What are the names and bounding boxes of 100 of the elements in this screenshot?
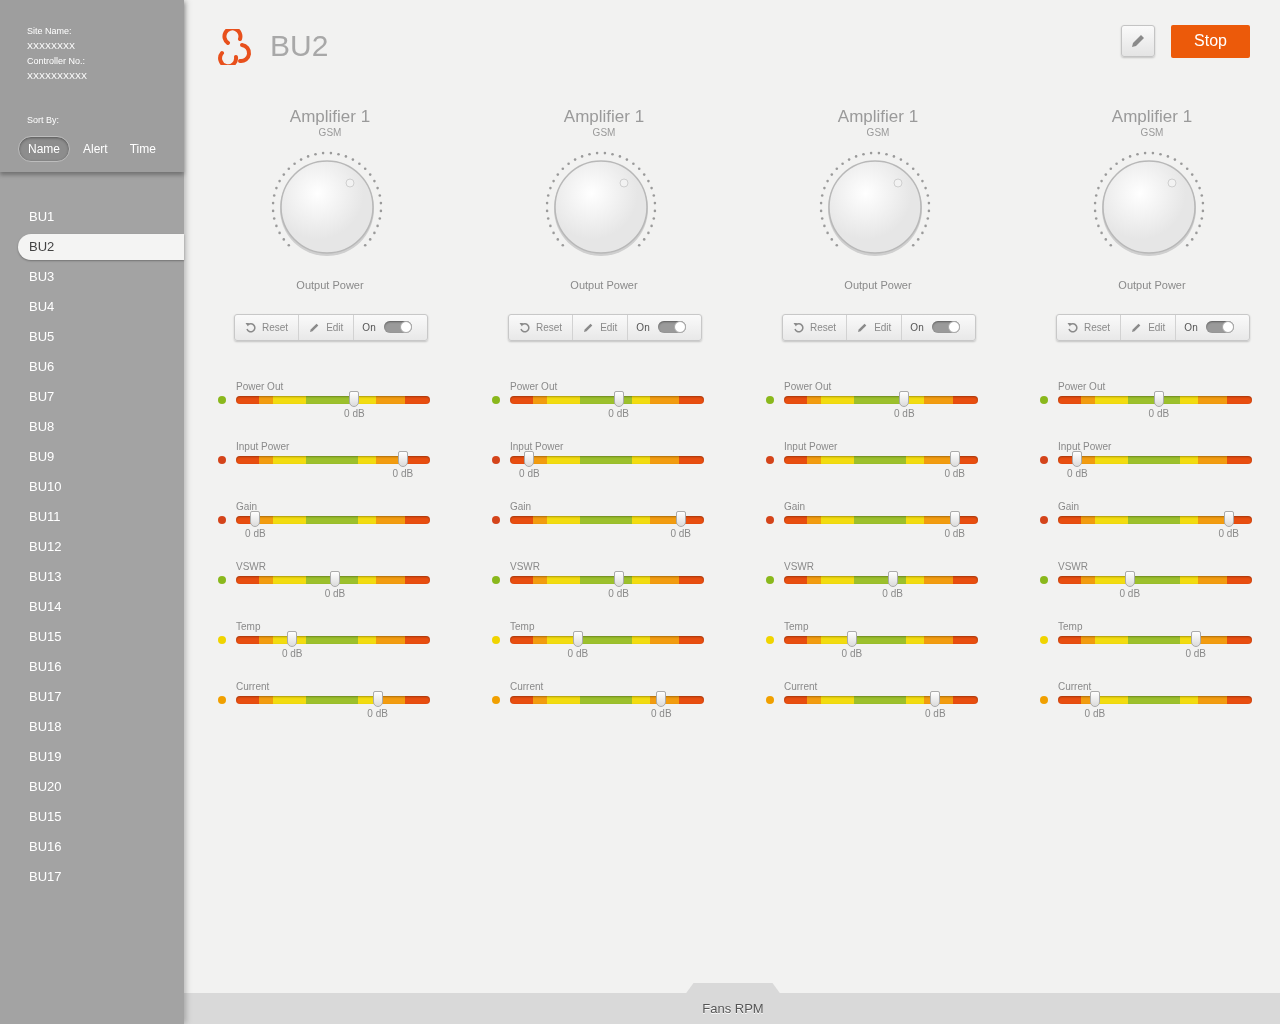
slider-thumb[interactable]: [1072, 450, 1083, 467]
sidebar-item[interactable]: BU16: [18, 834, 184, 860]
meter-label: Gain: [510, 500, 533, 513]
sidebar-item[interactable]: BU11: [18, 504, 184, 530]
slider-thumb[interactable]: [287, 630, 298, 647]
site-name-value: XXXXXXXX: [27, 40, 77, 53]
toggle-label: On: [1184, 320, 1198, 335]
meter-label: Input Power: [1058, 440, 1113, 453]
sidebar-item[interactable]: BU13: [18, 564, 184, 590]
meter-reading: 0 dB: [324, 586, 346, 601]
meter-reading: 0 dB: [1067, 466, 1088, 481]
sidebar-item[interactable]: BU3: [18, 264, 184, 290]
sidebar-item[interactable]: BU20: [18, 774, 184, 800]
band-label: GSM: [592, 127, 616, 139]
slider-thumb[interactable]: [250, 510, 261, 527]
slider-thumb[interactable]: [397, 450, 408, 467]
toggle-switch[interactable]: [657, 321, 686, 333]
sidebar-item[interactable]: BU15: [18, 624, 184, 650]
amplifier-title: Amplifier 1: [837, 107, 919, 127]
sidebar-item[interactable]: BU12: [18, 534, 184, 560]
slider-thumb[interactable]: [846, 630, 857, 647]
sidebar-item[interactable]: BU17: [18, 864, 184, 890]
sidebar-item[interactable]: BU18: [18, 714, 184, 740]
pencil-icon: [583, 321, 595, 333]
meter-reading: 0 dB: [882, 586, 903, 601]
meter-label: Power Out: [510, 380, 559, 393]
meter-label: Current: [236, 680, 271, 693]
slider-thumb[interactable]: [329, 570, 340, 587]
sidebar-item[interactable]: BU4: [18, 294, 184, 320]
reset-button[interactable]: Reset: [235, 314, 300, 340]
sidebar-item[interactable]: BU9: [18, 444, 184, 470]
slider-thumb[interactable]: [887, 570, 898, 587]
sidebar-item[interactable]: BU16: [18, 654, 184, 680]
slider-thumb[interactable]: [524, 450, 535, 467]
sidebar-item[interactable]: BU6: [18, 354, 184, 380]
sort-label: Sort By:: [27, 114, 60, 127]
sidebar-item[interactable]: BU5: [18, 324, 184, 350]
meter-reading: 0 dB: [519, 466, 540, 481]
toggle-switch[interactable]: [383, 321, 412, 333]
slider-thumb[interactable]: [572, 630, 583, 647]
sidebar-item[interactable]: BU15: [18, 804, 184, 830]
edit-button[interactable]: Edit: [299, 314, 355, 340]
meter-reading: 0 dB: [245, 526, 266, 541]
slider-thumb[interactable]: [949, 450, 960, 467]
meter-reading: 0 dB: [944, 466, 965, 481]
sort-option[interactable]: Name: [18, 135, 70, 162]
edit-button[interactable]: [1121, 25, 1155, 57]
undo-icon: [793, 321, 804, 333]
band-label: GSM: [866, 127, 890, 139]
meter-label: Gain: [236, 500, 259, 513]
slider-thumb[interactable]: [656, 690, 667, 707]
slider-thumb[interactable]: [613, 390, 624, 407]
slider-thumb[interactable]: [1190, 630, 1201, 647]
meter-label: Power Out: [1058, 380, 1107, 393]
sidebar-item[interactable]: BU7: [18, 384, 184, 410]
meter-reading: 0 dB: [1148, 406, 1170, 421]
slider-thumb[interactable]: [675, 510, 686, 527]
meter-reading: 0 dB: [1084, 706, 1106, 721]
edit-button[interactable]: Edit: [573, 314, 629, 340]
slider-thumb[interactable]: [349, 390, 360, 407]
slider-thumb[interactable]: [930, 690, 941, 707]
edit-button[interactable]: Edit: [847, 314, 903, 340]
slider-thumb[interactable]: [1124, 570, 1135, 587]
meter-label: VSWR: [1058, 560, 1089, 573]
sort-option[interactable]: Time: [120, 135, 165, 162]
slider-thumb[interactable]: [949, 510, 960, 527]
sidebar-item[interactable]: BU19: [18, 744, 184, 770]
sidebar-item[interactable]: BU8: [18, 414, 184, 440]
toggle-switch[interactable]: [1205, 321, 1234, 333]
reset-button[interactable]: Reset: [509, 314, 574, 340]
slider-thumb[interactable]: [613, 570, 624, 587]
sidebar-item[interactable]: BU17: [18, 684, 184, 710]
stop-button[interactable]: Stop: [1171, 24, 1250, 58]
sidebar-item[interactable]: BU10: [18, 474, 184, 500]
sort-option[interactable]: Alert: [74, 135, 117, 162]
meter-label: Input Power: [510, 440, 565, 453]
slider-thumb[interactable]: [1089, 690, 1100, 707]
meter-label: Current: [784, 680, 819, 693]
amplifier-title: Amplifier 1: [1111, 107, 1193, 127]
knob-label: Output Power: [570, 278, 638, 293]
meter-reading: 0 dB: [1218, 526, 1239, 541]
toggle-switch[interactable]: [931, 321, 960, 333]
sidebar-item[interactable]: BU2: [18, 234, 184, 260]
pencil-icon: [857, 321, 869, 333]
meter-reading: 0 dB: [944, 526, 965, 541]
pencil-icon: [309, 321, 321, 333]
knob-label: Output Power: [844, 278, 912, 293]
meter-reading: 0 dB: [925, 706, 946, 721]
sidebar-item[interactable]: BU14: [18, 594, 184, 620]
edit-button[interactable]: Edit: [1121, 314, 1177, 340]
meter-reading: 0 dB: [1185, 646, 1206, 661]
meter-label: Input Power: [784, 440, 839, 453]
sidebar-item[interactable]: BU1: [18, 204, 184, 230]
controller-value: XXXXXXXXXX: [27, 70, 89, 83]
slider-thumb[interactable]: [1153, 390, 1164, 407]
reset-button[interactable]: Reset: [783, 314, 848, 340]
slider-thumb[interactable]: [1223, 510, 1234, 527]
reset-button[interactable]: Reset: [1057, 314, 1122, 340]
slider-thumb[interactable]: [372, 690, 383, 707]
slider-thumb[interactable]: [899, 390, 910, 407]
